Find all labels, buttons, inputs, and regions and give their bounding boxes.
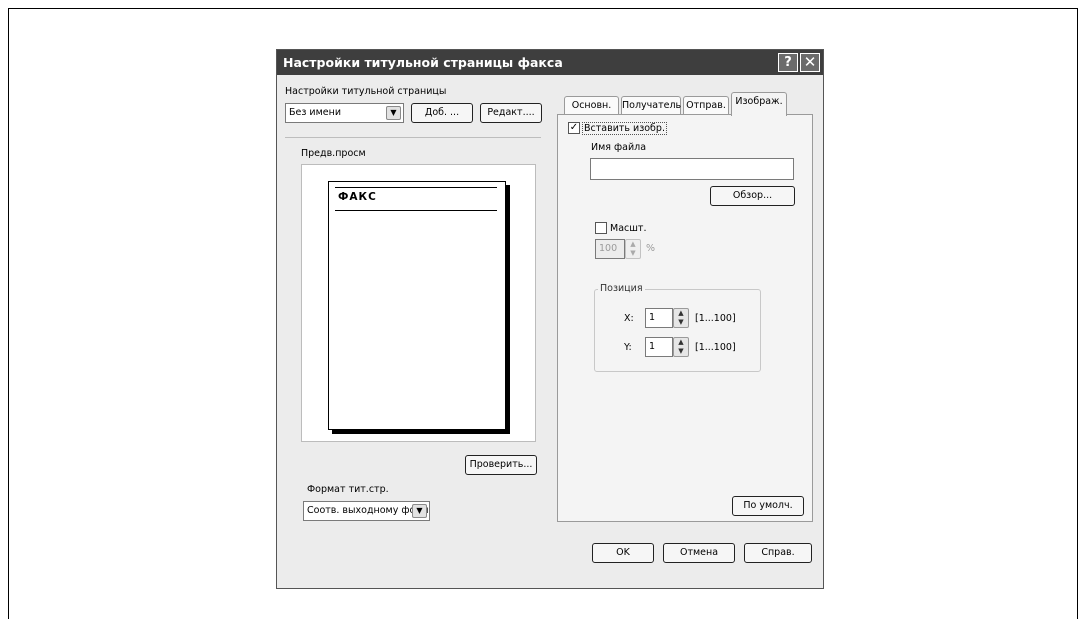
format-dropdown[interactable]: Соотв. выходному форма ▼ bbox=[303, 501, 430, 521]
scale-label: Масшт. bbox=[610, 223, 647, 234]
edit-button[interactable]: Редакт.... bbox=[480, 103, 542, 123]
scale-stepper[interactable]: ▲ ▼ bbox=[625, 239, 641, 259]
tab-recipient[interactable]: Получатель bbox=[621, 96, 681, 114]
tab-sender[interactable]: Отправ. bbox=[683, 96, 729, 114]
scale-unit: % bbox=[646, 243, 656, 254]
preview-page: ФАКС bbox=[328, 181, 506, 430]
chevron-down-icon[interactable]: ▼ bbox=[412, 504, 427, 518]
position-group-label: Позиция bbox=[598, 283, 645, 294]
y-input[interactable]: 1 bbox=[645, 337, 673, 357]
cover-settings-dropdown[interactable]: Без имени ▼ bbox=[285, 103, 404, 123]
cancel-button[interactable]: Отмена bbox=[663, 543, 735, 563]
page-rule-top bbox=[335, 187, 497, 188]
title-bar[interactable]: Настройки титульной страницы факса ? ✕ bbox=[277, 50, 823, 75]
chevron-down-icon[interactable]: ▼ bbox=[386, 106, 401, 120]
browse-button[interactable]: Обзор... bbox=[710, 186, 795, 206]
check-button[interactable]: Проверить... bbox=[465, 455, 537, 475]
tab-basic[interactable]: Основн. bbox=[564, 96, 619, 114]
insert-image-checkbox[interactable]: ✓ bbox=[568, 122, 580, 134]
scale-input[interactable]: 100 bbox=[595, 239, 625, 259]
add-button[interactable]: Доб. ... bbox=[411, 103, 473, 123]
cover-settings-label: Настройки титульной страницы bbox=[285, 86, 447, 97]
page-rule-bottom bbox=[335, 210, 497, 211]
preview-area: ФАКС bbox=[301, 164, 536, 442]
default-button[interactable]: По умолч. bbox=[732, 496, 804, 516]
preview-page-title: ФАКС bbox=[338, 191, 377, 203]
scale-checkbox[interactable] bbox=[595, 222, 607, 234]
dialog-title: Настройки титульной страницы факса bbox=[283, 55, 563, 70]
filename-label: Имя файла bbox=[591, 142, 647, 153]
ok-button[interactable]: OK bbox=[592, 543, 654, 563]
y-range: [1...100] bbox=[695, 342, 736, 353]
position-group bbox=[594, 289, 761, 372]
y-stepper[interactable]: ▲ ▼ bbox=[673, 337, 689, 357]
x-label: X: bbox=[624, 313, 634, 324]
fax-cover-settings-dialog: Настройки титульной страницы факса ? ✕ Н… bbox=[276, 49, 824, 589]
x-input[interactable]: 1 bbox=[645, 308, 673, 328]
y-label: Y: bbox=[624, 342, 632, 353]
x-stepper[interactable]: ▲ ▼ bbox=[673, 308, 689, 328]
cover-settings-value: Без имени bbox=[289, 107, 342, 118]
preview-label: Предв.просм bbox=[301, 148, 366, 159]
divider bbox=[285, 137, 541, 138]
close-icon[interactable]: ✕ bbox=[800, 53, 820, 72]
filename-input[interactable] bbox=[590, 158, 794, 180]
insert-image-label: Вставить изобр. bbox=[582, 122, 667, 135]
help-button[interactable]: Справ. bbox=[744, 543, 812, 563]
x-range: [1...100] bbox=[695, 313, 736, 324]
help-title-button[interactable]: ? bbox=[778, 53, 798, 72]
format-label: Формат тит.стр. bbox=[307, 484, 389, 495]
tab-image[interactable]: Изображ. bbox=[731, 92, 787, 116]
